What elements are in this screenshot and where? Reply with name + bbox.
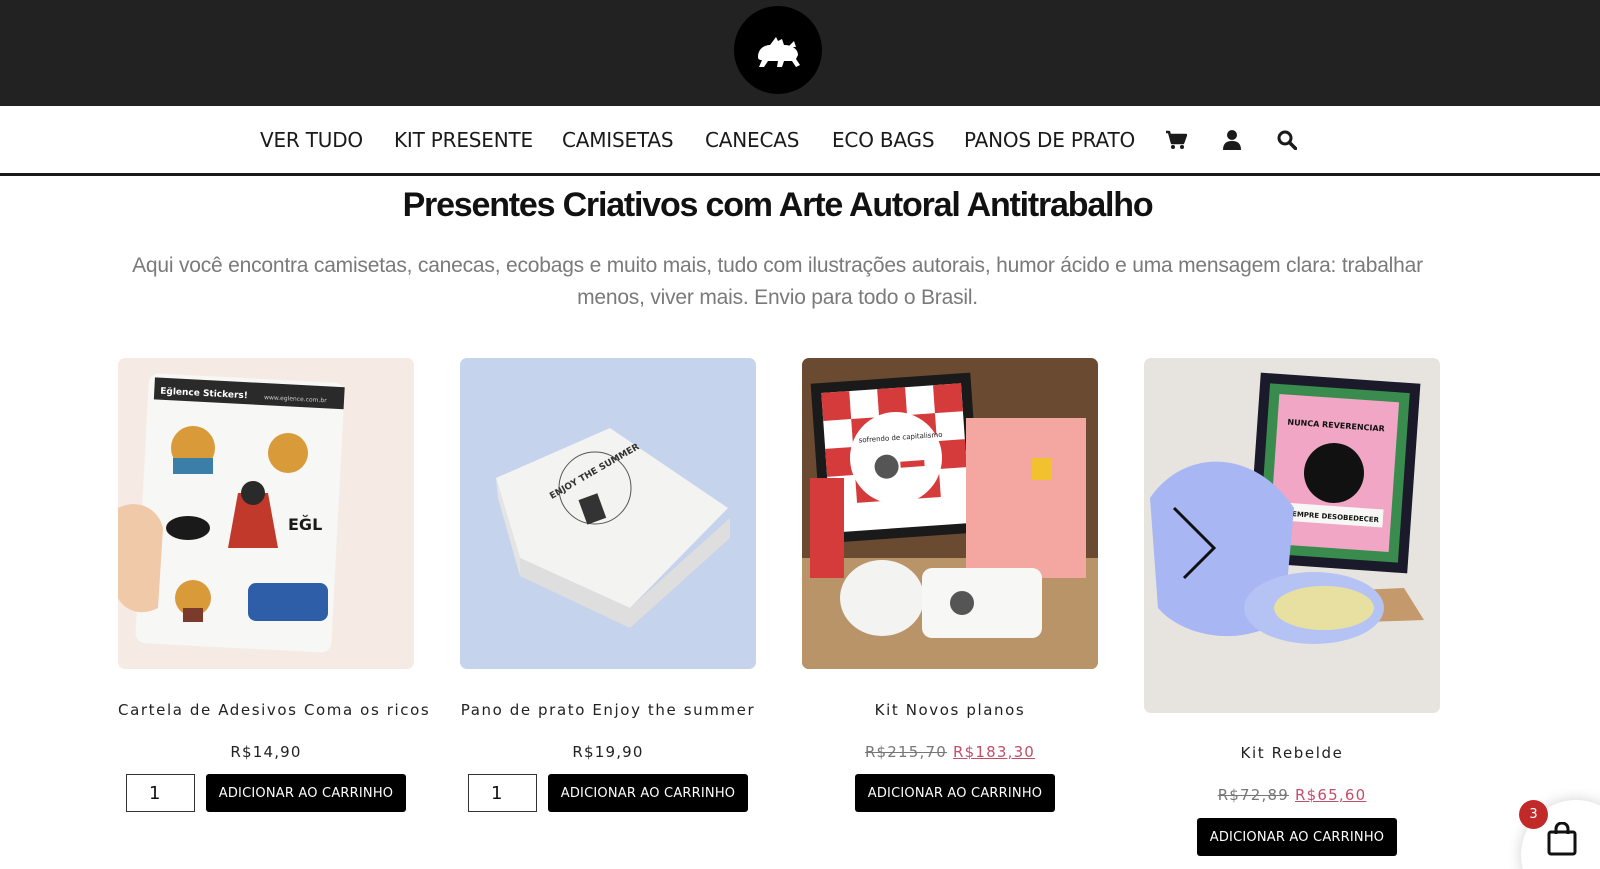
dog-silhouette-icon	[758, 37, 800, 67]
old-price: R$215,70	[864, 743, 947, 761]
add-to-cart-button[interactable]: ADICIONAR AO CARRINHO	[548, 774, 748, 812]
shopping-bag-icon	[1547, 822, 1577, 856]
search-icon[interactable]	[1275, 128, 1299, 152]
product-image-kit-rebelde[interactable]: NUNCA REVERENCIAR SEMPRE DESOBEDECER	[1144, 358, 1440, 713]
cart-count-badge: 3	[1519, 800, 1548, 829]
sale-price: R$183,30	[953, 743, 1036, 761]
nav-camisetas[interactable]: CAMISETAS	[562, 128, 674, 152]
page-subtitle: Aqui você encontra camisetas, canecas, e…	[132, 254, 1423, 309]
add-to-cart-button[interactable]: ADICIONAR AO CARRINHO	[206, 774, 406, 812]
product-name[interactable]: Cartela de Adesivos Coma os ricos	[118, 701, 429, 719]
product-price: R$72,89 R$65,60	[1144, 786, 1440, 804]
page-title: Presentes Criativos com Arte Autoral Ant…	[402, 186, 1154, 224]
quantity-input[interactable]	[468, 774, 537, 812]
product-image-sticker-sheet[interactable]: Eğlence Stickers! www.eglence.com.br EĞL	[118, 358, 414, 669]
product-name[interactable]: Pano de prato Enjoy the summer	[460, 701, 756, 719]
product-price: R$14,90	[230, 743, 302, 761]
nav-kit-presente[interactable]: KIT PRESENTE	[394, 128, 533, 152]
quantity-input[interactable]	[126, 774, 195, 812]
product-price: R$215,70 R$183,30	[802, 743, 1098, 761]
sticker-logo-text: EĞL	[288, 515, 322, 534]
sale-price: R$65,60	[1295, 786, 1367, 804]
product-name[interactable]: Kit Novos planos	[802, 701, 1098, 719]
nav-canecas[interactable]: CANECAS	[705, 128, 799, 152]
product-price: R$19,90	[572, 743, 644, 761]
user-icon[interactable]	[1220, 128, 1244, 152]
top-header-bar	[0, 0, 1600, 106]
add-to-cart-button[interactable]: ADICIONAR AO CARRINHO	[855, 774, 1055, 812]
nav-eco-bags[interactable]: ECO BAGS	[832, 128, 935, 152]
main-navigation: VER TUDO KIT PRESENTE CAMISETAS CANECAS …	[0, 106, 1600, 176]
product-image-kit-novos-planos[interactable]: sofrendo de capitalismo	[802, 358, 1098, 669]
add-to-cart-button[interactable]: ADICIONAR AO CARRINHO	[1197, 818, 1397, 856]
product-name[interactable]: Kit Rebelde	[1144, 744, 1440, 762]
old-price: R$72,89	[1217, 786, 1289, 804]
nav-ver-tudo[interactable]: VER TUDO	[260, 128, 363, 152]
product-image-dish-towel[interactable]: ENJOY THE SUMMER	[460, 358, 756, 669]
cart-icon[interactable]	[1164, 128, 1188, 152]
site-logo[interactable]	[734, 6, 822, 94]
nav-panos-de-prato[interactable]: PANOS DE PRATO	[964, 128, 1135, 152]
